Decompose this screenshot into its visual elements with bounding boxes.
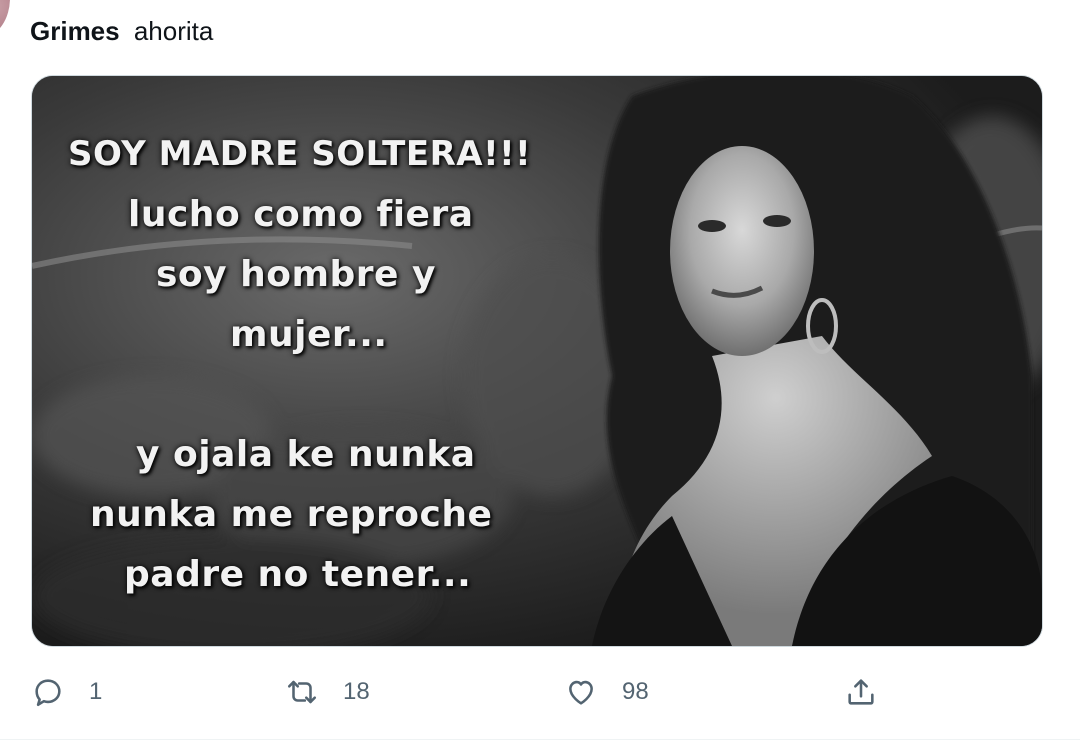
heart-icon	[564, 675, 598, 709]
author-name[interactable]: Grimes	[30, 16, 120, 46]
like-count: 98	[622, 678, 649, 705]
tweet-image[interactable]: SOY MADRE SOLTERA!!! lucho como fiera so…	[31, 75, 1043, 647]
tweet-actions: 1 18 98	[0, 670, 1080, 714]
avatar[interactable]	[0, 0, 10, 36]
share-icon	[844, 675, 878, 709]
reply-icon	[31, 675, 65, 709]
like-button[interactable]: 98	[564, 670, 649, 714]
meme-photo	[32, 76, 1042, 646]
tweet-divider	[0, 739, 1080, 740]
share-button[interactable]	[844, 670, 878, 714]
reply-button[interactable]: 1	[31, 670, 102, 714]
retweet-button[interactable]: 18	[285, 670, 370, 714]
retweet-icon	[285, 675, 319, 709]
tweet: Grimes ahorita SOY MADRE SOLTERA!!! luch…	[0, 0, 1080, 750]
tweet-header: Grimes ahorita	[30, 14, 213, 48]
retweet-count: 18	[343, 678, 370, 705]
tweet-timestamp[interactable]: ahorita	[134, 16, 214, 46]
reply-count: 1	[89, 678, 103, 705]
